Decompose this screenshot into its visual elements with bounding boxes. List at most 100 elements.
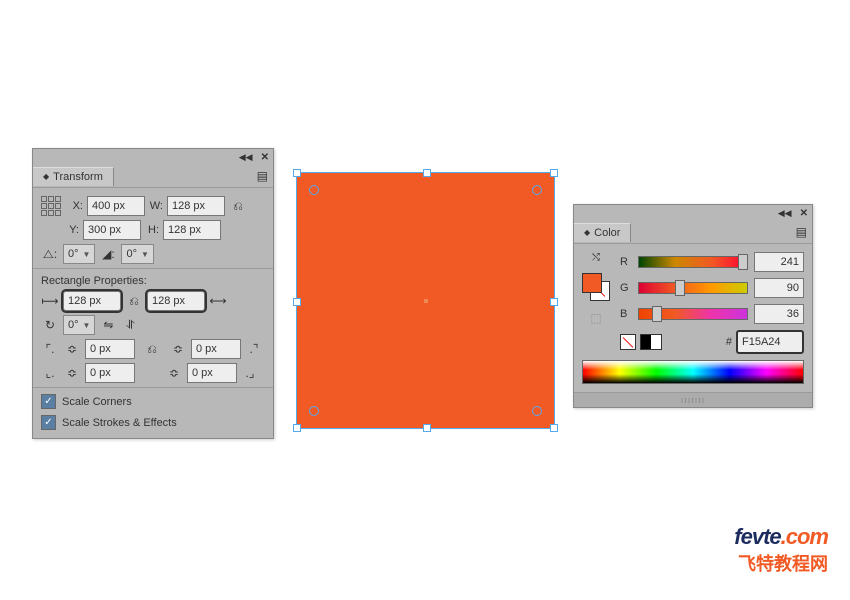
x-label: X: bbox=[69, 200, 83, 212]
tab-transform[interactable]: ◆ Transform bbox=[33, 167, 114, 186]
bw-swatch[interactable] bbox=[640, 334, 662, 350]
handle-nw[interactable] bbox=[293, 169, 301, 177]
flip-v-icon[interactable]: ⥯ bbox=[121, 316, 139, 334]
tab-row: ◆ Color ▤ bbox=[574, 221, 812, 244]
watermark-text-1b: .com bbox=[781, 524, 828, 549]
canvas-rectangle[interactable] bbox=[297, 173, 554, 428]
close-icon[interactable]: ✕ bbox=[800, 208, 808, 219]
hex-field[interactable]: F15A24 bbox=[736, 330, 804, 354]
rotate-dropdown[interactable]: 0° ▼ bbox=[121, 244, 153, 264]
h-label: H: bbox=[145, 224, 159, 236]
tab-label: Transform bbox=[53, 171, 103, 183]
corner-tl-icon: ⌜. bbox=[41, 340, 59, 358]
corner-widget-sw[interactable] bbox=[309, 406, 319, 416]
flyout-menu-icon[interactable]: ▤ bbox=[251, 169, 273, 183]
handle-se[interactable] bbox=[550, 424, 558, 432]
collapse-chevron-icon[interactable]: ◀◀ bbox=[239, 152, 253, 163]
corner-tr-icon: .⌝ bbox=[245, 340, 263, 358]
color-body: ⤭ ⬚ R 241 G 90 B bbox=[574, 244, 812, 392]
x-field[interactable]: 400 px bbox=[87, 196, 145, 216]
corner-widget-ne[interactable] bbox=[532, 185, 542, 195]
r-label: R bbox=[620, 256, 632, 268]
flip-h-icon[interactable]: ⇋ bbox=[99, 316, 117, 334]
height-icon: ⟷ bbox=[209, 292, 227, 310]
handle-sw[interactable] bbox=[293, 424, 301, 432]
shear-value: 0° bbox=[68, 248, 79, 260]
corner-br-field[interactable]: 0 px bbox=[187, 363, 237, 383]
shear-dropdown[interactable]: 0° ▼ bbox=[63, 244, 95, 264]
h-field[interactable]: 128 px bbox=[163, 220, 221, 240]
handle-s[interactable] bbox=[423, 424, 431, 432]
watermark-text-2: 飞特教程网 bbox=[734, 550, 828, 576]
width-icon: ⟼ bbox=[41, 292, 59, 310]
corner-widget-se[interactable] bbox=[532, 406, 542, 416]
chevron-down-icon: ▼ bbox=[83, 250, 91, 259]
swap-colors-icon[interactable]: ⤭ bbox=[592, 252, 600, 263]
rect-props-title: Rectangle Properties: bbox=[41, 275, 265, 287]
handle-w[interactable] bbox=[293, 298, 301, 306]
rect-rotate-value: 0° bbox=[68, 319, 79, 331]
tab-color[interactable]: ◆ Color bbox=[574, 223, 631, 242]
cube-icon[interactable]: ⬚ bbox=[590, 311, 601, 325]
rotate-icon: ◢: bbox=[99, 245, 117, 263]
rect-w-field[interactable]: 128 px bbox=[63, 291, 121, 311]
corner-tl-field[interactable]: 0 px bbox=[85, 339, 135, 359]
w-field[interactable]: 128 px bbox=[167, 196, 225, 216]
b-label: B bbox=[620, 308, 632, 320]
panel-resize-grip[interactable]: ııııııı bbox=[574, 392, 812, 407]
link-wh-icon[interactable]: ⎌ bbox=[229, 197, 247, 215]
rect-rotate-dropdown[interactable]: 0° ▼ bbox=[63, 315, 95, 335]
rect-rotate-icon: ↻ bbox=[41, 316, 59, 334]
link-corners-icon[interactable]: ⎌ bbox=[143, 340, 161, 358]
corner-bl-icon: ⌞. bbox=[41, 364, 59, 382]
reference-point-grid[interactable] bbox=[41, 196, 61, 216]
scale-strokes-checkbox[interactable]: ✓ bbox=[41, 415, 56, 430]
y-field[interactable]: 300 px bbox=[83, 220, 141, 240]
r-slider[interactable] bbox=[638, 256, 748, 268]
center-point bbox=[424, 299, 428, 303]
close-icon[interactable]: ✕ bbox=[261, 152, 269, 163]
stepper-icon[interactable]: ≎ bbox=[63, 364, 81, 382]
corner-bl-field[interactable]: 0 px bbox=[85, 363, 135, 383]
stepper-icon[interactable]: ≎ bbox=[165, 364, 183, 382]
scale-corners-checkbox[interactable]: ✓ bbox=[41, 394, 56, 409]
g-slider[interactable] bbox=[638, 282, 748, 294]
watermark: fevte.com 飞特教程网 bbox=[734, 524, 828, 576]
w-label: W: bbox=[149, 200, 163, 212]
r-field[interactable]: 241 bbox=[754, 252, 804, 272]
b-slider[interactable] bbox=[638, 308, 748, 320]
collapse-chevron-icon[interactable]: ◀◀ bbox=[778, 208, 792, 219]
g-label: G bbox=[620, 282, 632, 294]
g-field[interactable]: 90 bbox=[754, 278, 804, 298]
expander-icon: ◆ bbox=[584, 228, 590, 237]
tab-label: Color bbox=[594, 227, 620, 239]
handle-e[interactable] bbox=[550, 298, 558, 306]
transform-panel: ◀◀ ✕ ◆ Transform ▤ X: 400 px W: 128 px ⎌… bbox=[32, 148, 274, 439]
transform-body: X: 400 px W: 128 px ⎌ Y: 300 px H: 128 p… bbox=[33, 188, 273, 438]
b-field[interactable]: 36 bbox=[754, 304, 804, 324]
corner-widget-nw[interactable] bbox=[309, 185, 319, 195]
panel-topbar: ◀◀ ✕ bbox=[574, 205, 812, 221]
y-label: Y: bbox=[65, 224, 79, 236]
chevron-down-icon: ▼ bbox=[141, 250, 149, 259]
stepper-icon[interactable]: ≎ bbox=[169, 340, 187, 358]
color-spectrum[interactable] bbox=[582, 360, 804, 384]
rect-h-field[interactable]: 128 px bbox=[147, 291, 205, 311]
rotate-value: 0° bbox=[126, 248, 137, 260]
fill-stroke-swatch[interactable] bbox=[582, 273, 610, 301]
scale-corners-label: Scale Corners bbox=[62, 396, 132, 408]
none-swatch[interactable] bbox=[620, 334, 636, 350]
stepper-icon[interactable]: ≎ bbox=[63, 340, 81, 358]
fill-swatch[interactable] bbox=[582, 273, 602, 293]
handle-ne[interactable] bbox=[550, 169, 558, 177]
handle-n[interactable] bbox=[423, 169, 431, 177]
tab-row: ◆ Transform ▤ bbox=[33, 165, 273, 188]
hex-prefix: # bbox=[726, 336, 732, 348]
flyout-menu-icon[interactable]: ▤ bbox=[790, 225, 812, 239]
link-rect-icon[interactable]: ⎌ bbox=[125, 292, 143, 310]
scale-strokes-label: Scale Strokes & Effects bbox=[62, 417, 177, 429]
corner-br-icon: .⌟ bbox=[241, 364, 259, 382]
corner-tr-field[interactable]: 0 px bbox=[191, 339, 241, 359]
shear-icon: ⧍: bbox=[41, 245, 59, 263]
watermark-text-1a: fevte bbox=[734, 524, 780, 549]
